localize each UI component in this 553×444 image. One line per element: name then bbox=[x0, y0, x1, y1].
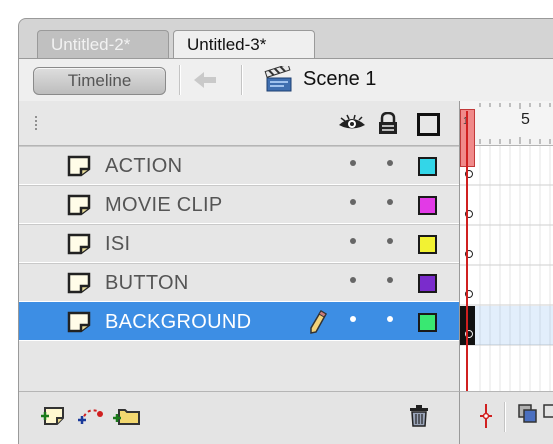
layer-row[interactable]: ACTION bbox=[19, 146, 459, 185]
layer-row[interactable]: BACKGROUND bbox=[19, 302, 459, 341]
edit-bar: Timeline Scene 1 bbox=[19, 58, 553, 102]
layer-icon bbox=[67, 155, 91, 177]
layer-icon bbox=[67, 272, 91, 294]
lock-dot[interactable] bbox=[387, 160, 393, 166]
frame-number-label: 5 bbox=[521, 111, 530, 128]
grip-handle[interactable] bbox=[34, 115, 38, 131]
lock-dot[interactable] bbox=[387, 277, 393, 283]
visibility-dot[interactable] bbox=[350, 199, 356, 205]
timeline-button[interactable]: Timeline bbox=[33, 67, 166, 95]
lock-dot[interactable] bbox=[387, 316, 393, 322]
lock-dot[interactable] bbox=[387, 199, 393, 205]
center-frame-icon[interactable] bbox=[474, 402, 498, 430]
frames-grid[interactable] bbox=[460, 146, 553, 391]
layer-name: MOVIE CLIP bbox=[105, 194, 223, 216]
trash-icon[interactable] bbox=[406, 402, 432, 430]
frames-gridlines bbox=[460, 146, 553, 391]
layer-icon bbox=[67, 194, 91, 216]
new-layer-icon[interactable] bbox=[39, 402, 69, 428]
onion-skin-outline-icon[interactable] bbox=[542, 402, 553, 426]
outline-color-swatch[interactable] bbox=[418, 157, 437, 176]
frames-footer bbox=[459, 391, 553, 444]
layer-icon bbox=[67, 311, 91, 333]
lock-icon[interactable] bbox=[377, 112, 399, 136]
eye-icon[interactable] bbox=[337, 112, 367, 134]
layer-row[interactable]: BUTTON bbox=[19, 263, 459, 302]
layer-name: ISI bbox=[105, 233, 131, 255]
layer-name: ACTION bbox=[105, 155, 183, 177]
timeline-panel: Untitled-2* Untitled-3* Timeline Scene 1 bbox=[18, 18, 553, 444]
tab-untitled-3[interactable]: Untitled-3* bbox=[173, 30, 315, 58]
layers-header bbox=[19, 101, 459, 146]
scene-clapper-icon bbox=[264, 66, 292, 92]
layer-name: BUTTON bbox=[105, 272, 189, 294]
back-arrow-icon[interactable] bbox=[188, 66, 222, 94]
frames-area[interactable]: 5 1 bbox=[459, 101, 553, 391]
layers-empty-area bbox=[19, 341, 459, 391]
layer-row[interactable]: MOVIE CLIP bbox=[19, 185, 459, 224]
scene-label[interactable]: Scene 1 bbox=[303, 68, 376, 91]
layers-footer bbox=[19, 391, 459, 444]
outline-color-swatch[interactable] bbox=[418, 235, 437, 254]
pencil-icon bbox=[310, 309, 328, 334]
outline-color-swatch[interactable] bbox=[418, 313, 437, 332]
divider bbox=[504, 402, 506, 432]
visibility-dot[interactable] bbox=[350, 238, 356, 244]
layer-icon bbox=[67, 233, 91, 255]
new-folder-icon[interactable] bbox=[111, 402, 143, 428]
outline-icon[interactable] bbox=[417, 113, 440, 136]
visibility-dot[interactable] bbox=[350, 277, 356, 283]
layer-row[interactable]: ISI bbox=[19, 224, 459, 263]
outline-color-swatch[interactable] bbox=[418, 274, 437, 293]
layer-list: ACTION MOVIE CLIP ISI BUTTON BACKGROUND bbox=[19, 146, 459, 341]
tab-untitled-2[interactable]: Untitled-2* bbox=[37, 30, 169, 58]
playhead-line bbox=[466, 111, 468, 391]
lock-dot[interactable] bbox=[387, 238, 393, 244]
outline-color-swatch[interactable] bbox=[418, 196, 437, 215]
divider bbox=[179, 65, 181, 95]
visibility-dot[interactable] bbox=[350, 316, 356, 322]
onion-skin-icon[interactable] bbox=[516, 402, 540, 426]
visibility-dot[interactable] bbox=[350, 160, 356, 166]
divider bbox=[241, 65, 243, 95]
layer-name: BACKGROUND bbox=[105, 311, 252, 333]
motion-guide-icon[interactable] bbox=[76, 402, 106, 428]
